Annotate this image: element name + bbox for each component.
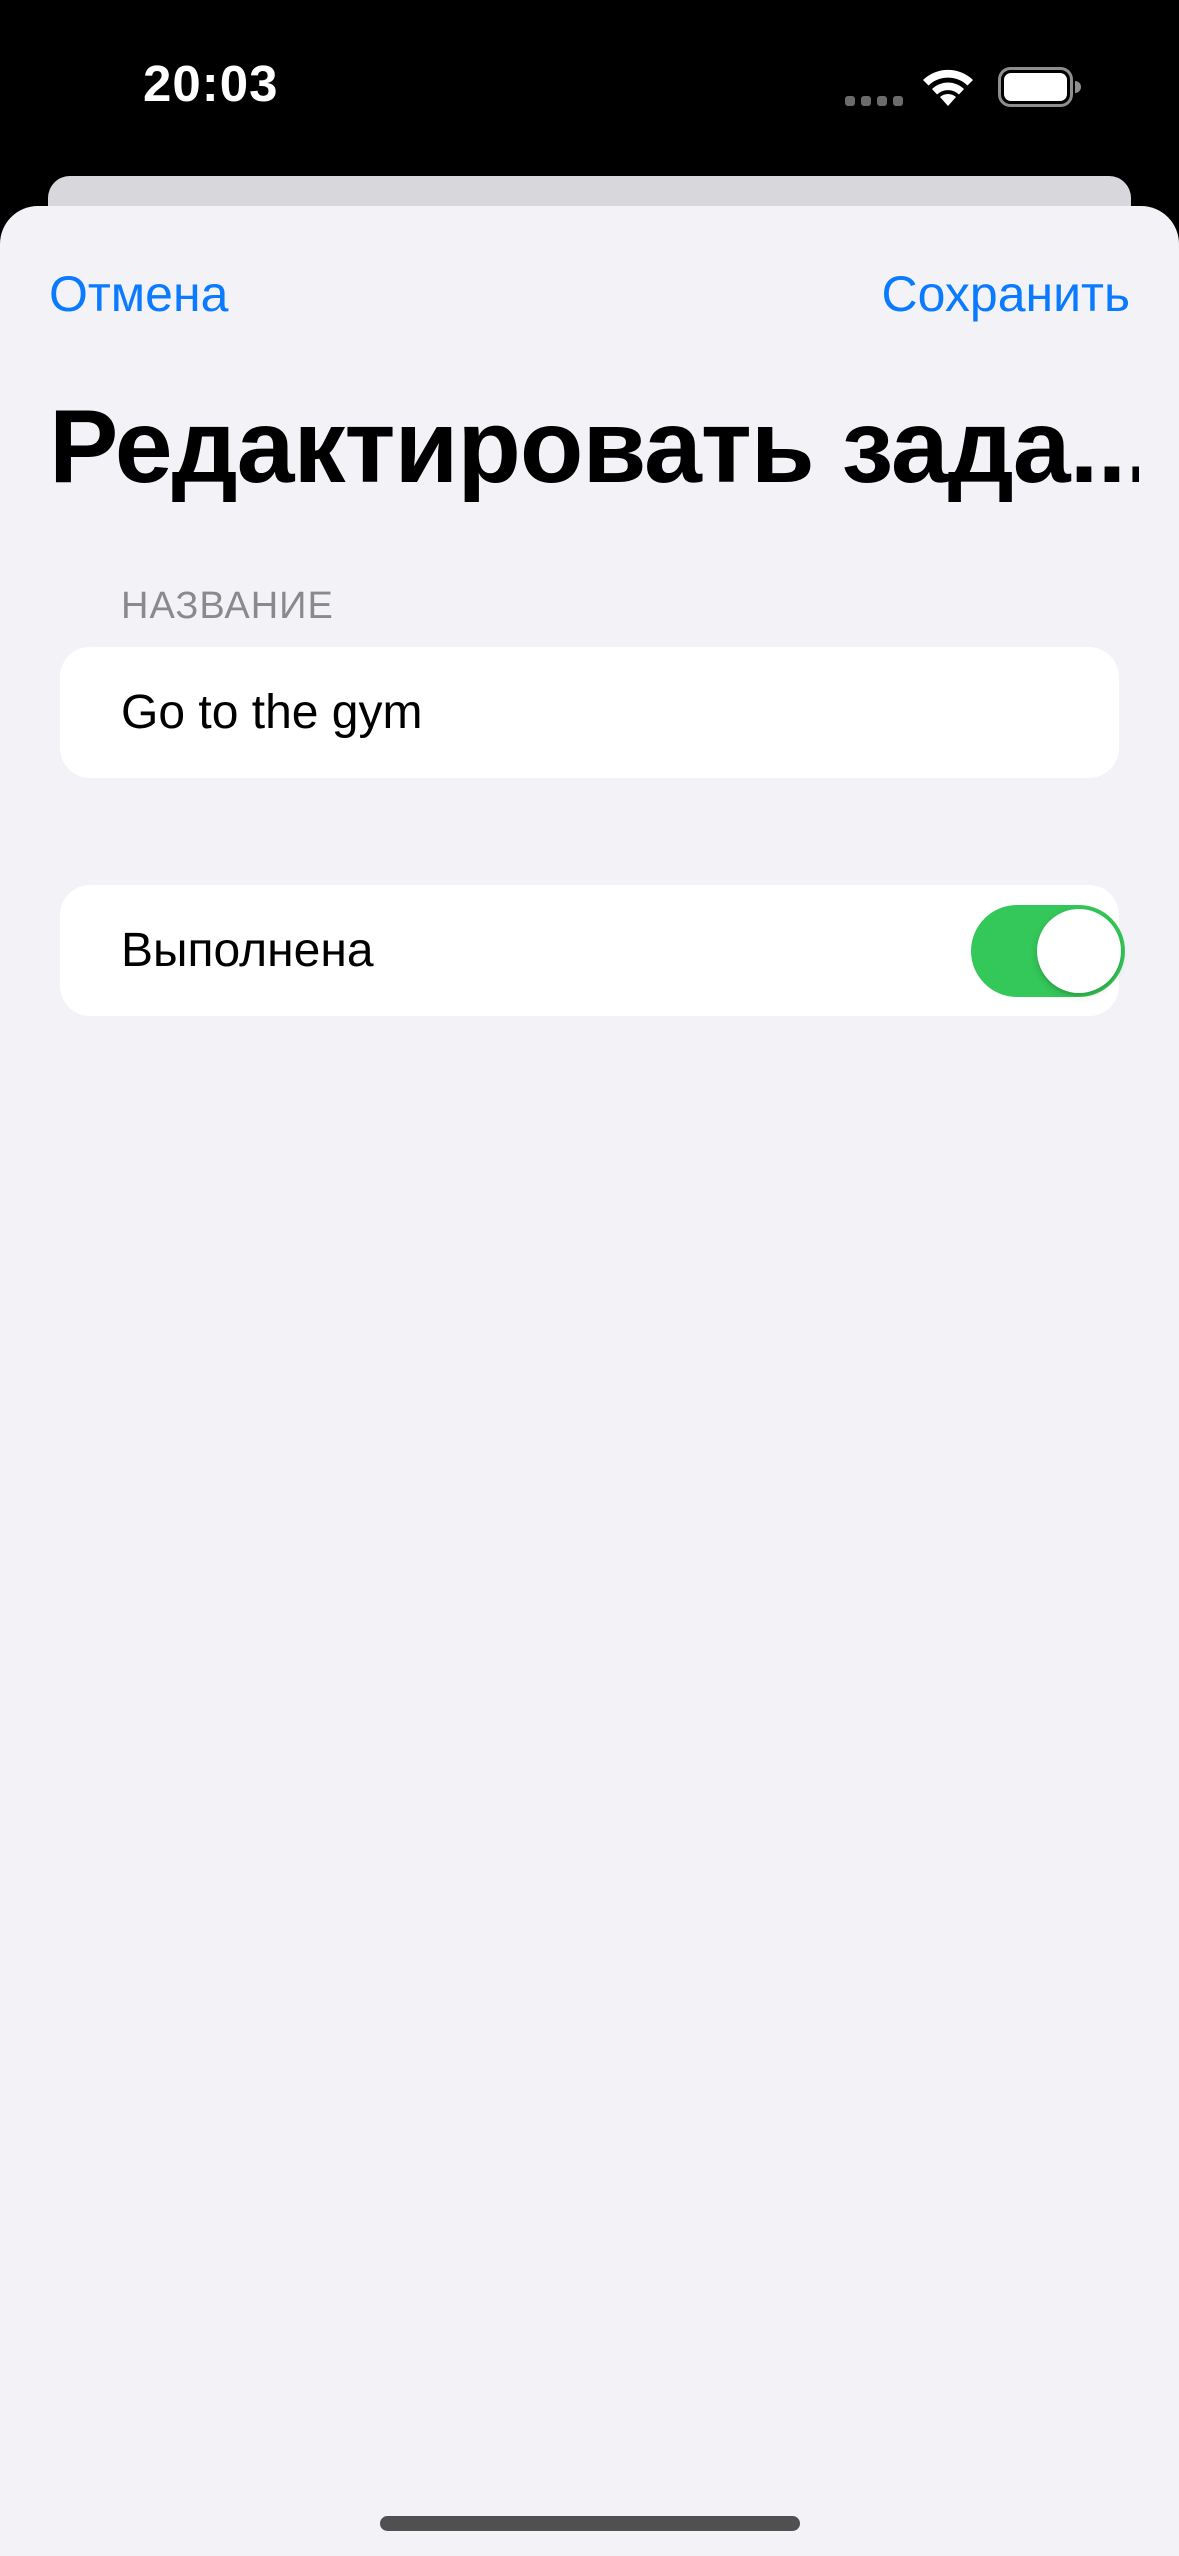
- save-button[interactable]: Сохранить: [882, 264, 1130, 324]
- cellular-signal-icon: [845, 96, 905, 106]
- battery-icon: [998, 67, 1081, 107]
- page-title: Редактировать зада...: [49, 392, 1139, 502]
- home-indicator[interactable]: [380, 2516, 800, 2531]
- status-time: 20:03: [143, 55, 279, 112]
- name-cell: [60, 647, 1119, 778]
- cancel-button[interactable]: Отмена: [49, 264, 228, 324]
- wifi-icon: [923, 69, 973, 106]
- status-bar: 20:03: [0, 0, 1179, 170]
- task-name-input[interactable]: [121, 647, 1081, 778]
- edit-sheet: [0, 206, 1179, 2556]
- toggle-knob: [1037, 909, 1121, 993]
- completed-toggle[interactable]: [971, 905, 1125, 997]
- completed-label: Выполнена: [121, 924, 374, 977]
- screen: 20:03 Отмена Сохранить Редактировать зад…: [0, 0, 1179, 2556]
- name-section-header: НАЗВАНИЕ: [121, 585, 334, 627]
- completed-cell: Выполнена: [60, 885, 1125, 1016]
